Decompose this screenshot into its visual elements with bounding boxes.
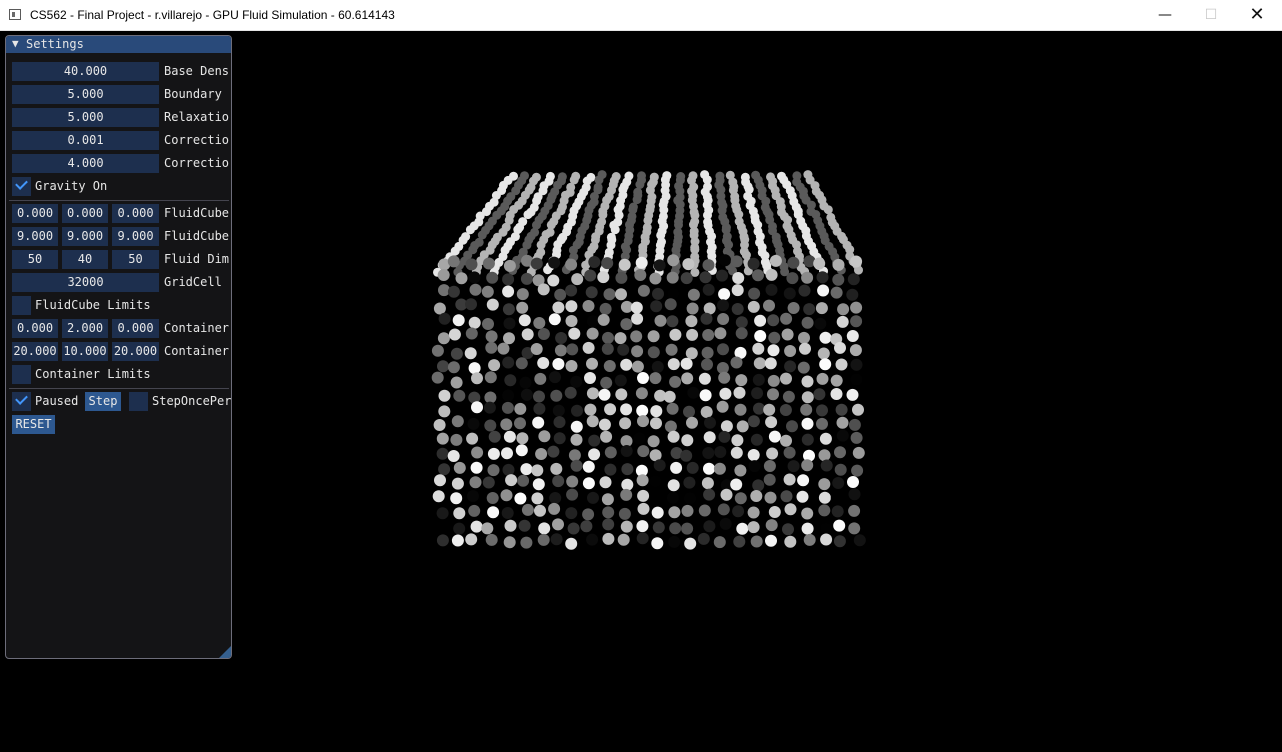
- fluidcube-min-label: FluidCube: [164, 206, 230, 220]
- correction-n-input[interactable]: 4.000: [12, 154, 159, 173]
- container-max-x-input[interactable]: 20.000: [12, 342, 58, 361]
- correction-n-label: Correctio: [164, 156, 230, 170]
- fluidcube-min-y-input[interactable]: 0.000: [62, 204, 108, 223]
- base-density-input[interactable]: 40.000: [12, 62, 159, 81]
- boundary-input[interactable]: 5.000: [12, 85, 159, 104]
- fluidcube-max-y-input[interactable]: 9.000: [62, 227, 108, 246]
- container-min-y-input[interactable]: 2.000: [62, 319, 108, 338]
- fluidcube-limits-checkbox[interactable]: [12, 296, 31, 315]
- gridcell-input[interactable]: 32000: [12, 273, 159, 292]
- window-title: CS562 - Final Project - r.villarejo - GP…: [30, 8, 395, 22]
- app-window: CS562 - Final Project - r.villarejo - GP…: [0, 0, 1282, 752]
- settings-panel-title: Settings: [26, 37, 84, 51]
- fluidcube-max-label: FluidCube: [164, 229, 230, 243]
- settings-panel-header[interactable]: ▼ Settings: [6, 36, 231, 53]
- checkmark-icon: [15, 177, 28, 190]
- container-min-label: Container: [164, 321, 230, 335]
- paused-checkbox[interactable]: [12, 392, 31, 411]
- reset-button[interactable]: RESET: [12, 415, 55, 434]
- container-limits-checkbox[interactable]: [12, 365, 31, 384]
- container-limits-label: Container Limits: [35, 367, 151, 381]
- fluid-dim-y-input[interactable]: 40: [62, 250, 108, 269]
- step-once-checkbox[interactable]: [129, 392, 148, 411]
- fluid-dim-z-input[interactable]: 50: [112, 250, 159, 269]
- close-button[interactable]: ✕: [1234, 0, 1280, 31]
- fluid-dim-label: Fluid Dim: [164, 252, 230, 266]
- container-max-label: Container: [164, 344, 230, 358]
- relaxation-input[interactable]: 5.000: [12, 108, 159, 127]
- paused-label: Paused: [35, 394, 79, 408]
- title-bar: CS562 - Final Project - r.villarejo - GP…: [0, 0, 1282, 31]
- step-button[interactable]: Step: [85, 392, 121, 411]
- separator: [9, 388, 229, 389]
- separator: [9, 200, 229, 201]
- step-once-label: StepOncePer: [152, 394, 232, 408]
- minimize-button[interactable]: —: [1142, 0, 1188, 31]
- app-window-icon: [9, 9, 21, 20]
- boundary-label: Boundary: [164, 87, 222, 101]
- container-max-z-input[interactable]: 20.000: [112, 342, 159, 361]
- checkmark-icon: [15, 392, 28, 405]
- fluidcube-min-x-input[interactable]: 0.000: [12, 204, 58, 223]
- base-density-label: Base Dens: [164, 64, 230, 78]
- gravity-label: Gravity On: [35, 179, 108, 193]
- fluidcube-max-z-input[interactable]: 9.000: [112, 227, 159, 246]
- container-min-x-input[interactable]: 0.000: [12, 319, 58, 338]
- fluid-dim-x-input[interactable]: 50: [12, 250, 58, 269]
- correction-k-label: Correctio: [164, 133, 230, 147]
- resize-grip-icon[interactable]: [219, 646, 231, 658]
- maximize-button[interactable]: ☐: [1188, 0, 1234, 31]
- fluidcube-limits-label: FluidCube Limits: [35, 298, 151, 312]
- fluidcube-min-z-input[interactable]: 0.000: [112, 204, 159, 223]
- container-max-y-input[interactable]: 10.000: [62, 342, 108, 361]
- correction-k-input[interactable]: 0.001: [12, 131, 159, 150]
- container-min-z-input[interactable]: 0.000: [112, 319, 159, 338]
- gridcell-label: GridCell: [164, 275, 222, 289]
- settings-panel: ▼ Settings 40.000 Base Dens 5.000 Bounda…: [5, 35, 232, 659]
- triangle-down-icon[interactable]: ▼: [12, 37, 19, 50]
- fluidcube-max-x-input[interactable]: 9.000: [12, 227, 58, 246]
- relaxation-label: Relaxatio: [164, 110, 230, 124]
- gravity-checkbox[interactable]: [12, 177, 31, 196]
